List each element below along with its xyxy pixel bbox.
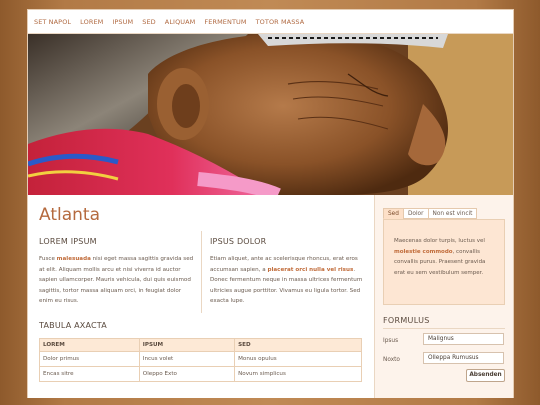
- form-divider: [383, 328, 505, 329]
- column-text: Etiam aliquet, ante ac scelerisque rhonc…: [210, 254, 365, 307]
- table-header-cell: IPSUM: [138, 338, 236, 352]
- tab-panel: Maecenas dolor turpis, luctus vel molest…: [383, 219, 505, 305]
- ipsus-label: Ipsus: [383, 338, 399, 344]
- tab-non-est-vincit[interactable]: Non est vincit: [427, 208, 478, 219]
- nav-item-set-napol[interactable]: SET NAPOL: [34, 18, 71, 26]
- table-title: TABULA AXACTA: [39, 321, 107, 330]
- noxto-label: Noxto: [383, 357, 400, 363]
- sidebar-tabs: Sed Dolor Non est vincit: [383, 208, 478, 219]
- table-cell: Novum simplicus: [234, 366, 362, 382]
- nav-item-sed[interactable]: SED: [142, 18, 156, 26]
- nav-item-lorem[interactable]: LOREM: [80, 18, 103, 26]
- bold-link[interactable]: molestie commodo: [394, 249, 453, 255]
- page-title: Atlanta: [39, 205, 100, 225]
- ipsus-input[interactable]: Malignus: [423, 333, 504, 345]
- tab-dolor[interactable]: Dolor: [402, 208, 429, 219]
- page-container: SET NAPOL LOREM IPSUM SED ALIQUAM FERMEN…: [27, 9, 514, 398]
- main-content: Atlanta LOREM IPSUM Fusce malesuada nisi…: [28, 195, 374, 398]
- table-cell: Oleppo Exto: [138, 366, 236, 382]
- table-header-row: LOREM IPSUM SED: [39, 338, 362, 352]
- table-row: Dolor primus Incus volet Monus opulus: [39, 351, 362, 367]
- text-span: nisi eget massa sagittis gravida sed at …: [39, 256, 194, 305]
- column-divider: [201, 231, 202, 313]
- column-lorem-ipsum: LOREM IPSUM Fusce malesuada nisi eget ma…: [39, 237, 194, 307]
- nav-item-aliquam[interactable]: ALIQUAM: [165, 18, 196, 26]
- bold-link[interactable]: malesuada: [57, 256, 91, 262]
- column-heading: IPSUS DOLOR: [210, 237, 267, 246]
- table-header-cell: SED: [234, 338, 362, 352]
- table-cell: Incus volet: [138, 351, 236, 367]
- table-cell: Dolor primus: [39, 351, 140, 367]
- tab-sed[interactable]: Sed: [383, 208, 404, 219]
- hero-image: [28, 34, 513, 195]
- top-navigation: SET NAPOL LOREM IPSUM SED ALIQUAM FERMEN…: [28, 10, 513, 34]
- table-cell: Encas sitre: [39, 366, 140, 382]
- table-cell: Monus opulus: [234, 351, 362, 367]
- nav-item-totor-massa[interactable]: TOTOR MASSA: [256, 18, 305, 26]
- column-heading: LOREM IPSUM: [39, 237, 97, 246]
- text-span: Fusce: [39, 256, 57, 262]
- noxto-input[interactable]: Olleppa Rumusus: [423, 352, 504, 364]
- text-span: Maecenas dolor turpis, luctus vel: [394, 238, 485, 244]
- table-row: Encas sitre Oleppo Exto Novum simplicus: [39, 366, 362, 382]
- nav-item-ipsum[interactable]: IPSUM: [112, 18, 133, 26]
- table-header-cell: LOREM: [39, 338, 140, 352]
- sidebar: Sed Dolor Non est vincit Maecenas dolor …: [374, 195, 513, 398]
- submit-button[interactable]: Absenden: [466, 369, 505, 382]
- column-ipsus-dolor: IPSUS DOLOR Etiam aliquet, ante ac scele…: [210, 237, 365, 307]
- form-heading: FORMULUS: [383, 316, 430, 325]
- hero-photo-illustration: [28, 34, 513, 195]
- data-table: LOREM IPSUM SED Dolor primus Incus volet…: [39, 338, 362, 382]
- nav-item-fermentum[interactable]: FERMENTUM: [204, 18, 246, 26]
- bold-link[interactable]: placerat orci nulla vel risus: [267, 267, 353, 273]
- column-text: Fusce malesuada nisi eget massa sagittis…: [39, 254, 194, 307]
